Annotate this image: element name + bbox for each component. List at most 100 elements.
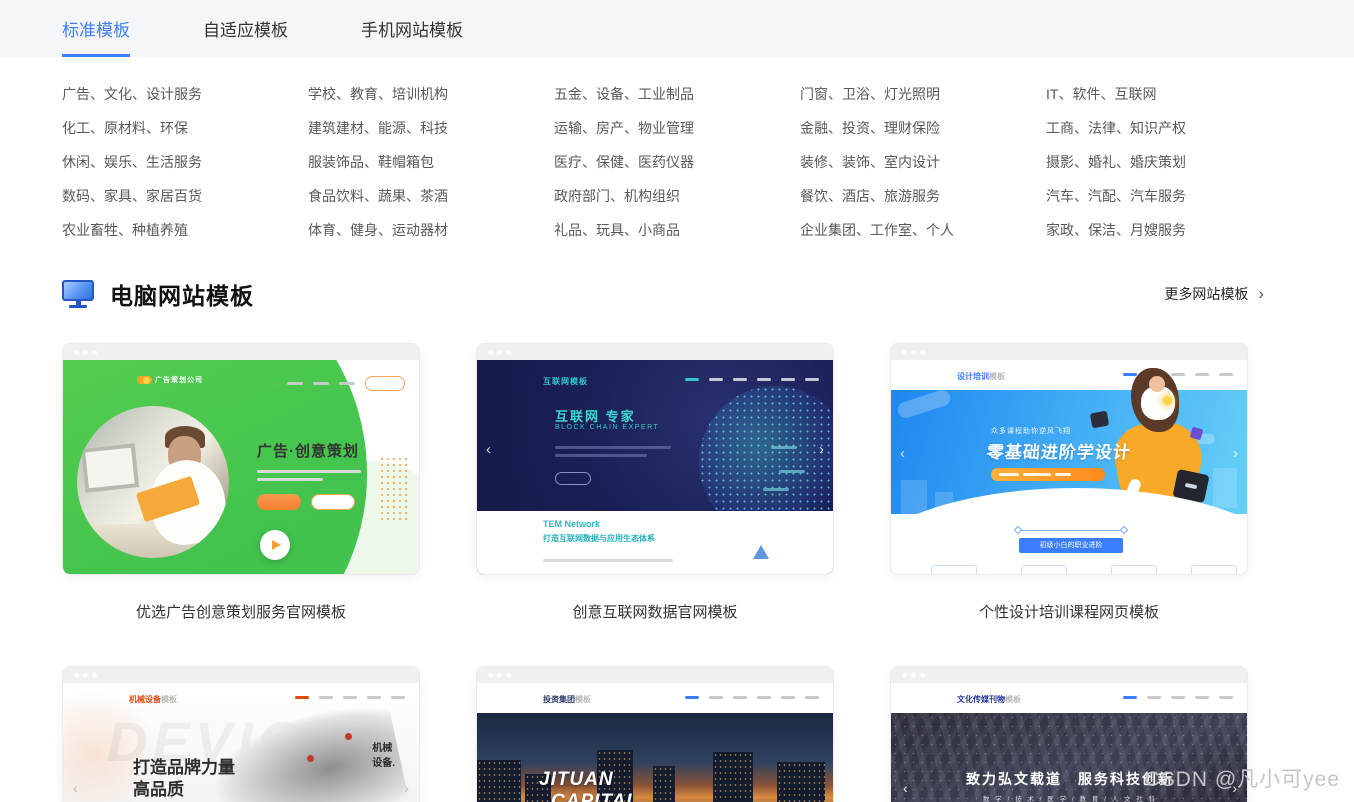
category-link[interactable]: 体育、健身、运动器材 <box>308 223 554 237</box>
category-link[interactable]: 数码、家具、家居百货 <box>62 189 308 203</box>
category-link[interactable]: IT、软件、互联网 <box>1046 87 1292 101</box>
category-link[interactable]: 礼品、玩具、小商品 <box>554 223 800 237</box>
category-link[interactable]: 家政、保洁、月嫂服务 <box>1046 223 1292 237</box>
window-dot-icon <box>497 673 502 678</box>
template-caption[interactable]: 个性设计培训课程网页模板 <box>890 601 1248 622</box>
category-link[interactable]: 金融、投资、理财保险 <box>800 121 1046 135</box>
site-logo-text: 机械设备模板 <box>129 694 177 705</box>
window-dot-icon <box>488 673 493 678</box>
globe-label-placeholder <box>771 446 797 449</box>
carousel-next-icon: › <box>819 442 824 457</box>
template-card-internet-data[interactable]: 互联网模板 互联网 专家 BLOCK CHAIN EXPERT ‹ › <box>476 343 834 575</box>
hero-headline: 零基础进阶学设计 <box>986 438 1133 463</box>
window-dot-icon <box>902 673 907 678</box>
template-cell: DEVICE 机械设备模板 打造品牌力量 高品质 打造高标准品质 拥有资深专业技… <box>62 666 420 802</box>
category-link[interactable]: 广告、文化、设计服务 <box>62 87 308 101</box>
template-thumbnail: DEVICE 机械设备模板 打造品牌力量 高品质 打造高标准品质 拥有资深专业技… <box>63 683 419 802</box>
category-link[interactable]: 休闲、娱乐、生活服务 <box>62 155 308 169</box>
category-link[interactable]: 工商、法律、知识产权 <box>1046 121 1292 135</box>
text-placeholder <box>555 454 647 457</box>
window-dot-icon <box>74 673 79 678</box>
browser-titlebar <box>477 667 833 683</box>
site-logo: 广告策划公司 <box>137 375 203 385</box>
hero-headline: 互联网 专家 <box>555 406 636 425</box>
diagram-line <box>1019 530 1123 531</box>
feature-icon-placeholder <box>931 565 977 575</box>
category-link[interactable]: 学校、教育、培训机构 <box>308 87 554 101</box>
tab-standard-template[interactable]: 标准模板 <box>62 0 130 57</box>
template-caption[interactable]: 优选广告创意策划服务官网模板 <box>62 601 420 622</box>
category-link[interactable]: 化工、原材料、环保 <box>62 121 308 135</box>
text-placeholder <box>543 559 673 562</box>
category-link[interactable]: 企业集团、工作室、个人 <box>800 223 1046 237</box>
category-link[interactable]: 运输、房产、物业管理 <box>554 121 800 135</box>
tab-mobile-template[interactable]: 手机网站模板 <box>361 0 463 57</box>
template-card-machinery[interactable]: DEVICE 机械设备模板 打造品牌力量 高品质 打造高标准品质 拥有资深专业技… <box>62 666 420 802</box>
hero-headline: 打造品牌力量 高品质 <box>133 757 235 801</box>
category-link[interactable]: 政府部门、机构组织 <box>554 189 800 203</box>
category-link[interactable]: 装修、装饰、室内设计 <box>800 155 1046 169</box>
template-cell: 设计培训模板 <box>890 343 1248 622</box>
template-thumbnail: 广告策划公司 广告·创意策划 <box>63 360 419 575</box>
category-link[interactable]: 食品饮料、蔬果、茶酒 <box>308 189 554 203</box>
window-dot-icon <box>497 350 502 355</box>
hero-headline: 广告·创意策划 <box>257 440 359 461</box>
category-link[interactable]: 餐饮、酒店、旅游服务 <box>800 189 1046 203</box>
more-templates-link[interactable]: 更多网站模板 › <box>1164 284 1264 304</box>
template-cell: 广告策划公司 广告·创意策划 <box>62 343 420 622</box>
cta-button-outline <box>555 472 591 485</box>
carousel-prev-icon: ‹ <box>903 781 908 795</box>
play-button-icon <box>260 530 290 560</box>
text-placeholder <box>555 446 671 449</box>
globe-label-placeholder <box>779 470 805 473</box>
tab-adaptive-template[interactable]: 自适应模板 <box>203 0 288 57</box>
site-nav-placeholder <box>265 376 405 391</box>
csdn-watermark: CSDN @凡小可yee <box>1144 763 1340 793</box>
carousel-prev-icon: ‹ <box>900 446 905 461</box>
machinery-detail <box>307 755 314 762</box>
template-card-investment[interactable]: 投资集团模板 JITUAN CAPITAL 具有资产管理理念的金融机构 <box>476 666 834 802</box>
category-link[interactable]: 医疗、保健、医药仪器 <box>554 155 800 169</box>
browser-titlebar <box>63 344 419 360</box>
category-link[interactable]: 摄影、婚礼、婚庆策划 <box>1046 155 1292 169</box>
badge-icon <box>1090 411 1109 429</box>
carousel-next-icon: › <box>404 781 409 795</box>
footer-subtitle: 打造互联网数据与应用生态体系 <box>543 533 655 544</box>
category-link[interactable]: 服装饰品、鞋帽箱包 <box>308 155 554 169</box>
template-type-tabbar: 标准模板 自适应模板 手机网站模板 <box>0 0 1354 57</box>
text-placeholder <box>257 478 323 481</box>
category-link[interactable]: 农业畜牲、种植养殖 <box>62 223 308 237</box>
window-dot-icon <box>920 673 925 678</box>
window-dot-icon <box>506 673 511 678</box>
category-link[interactable]: 建筑建材、能源、科技 <box>308 121 554 135</box>
window-dot-icon <box>92 673 97 678</box>
template-card-ad-creative[interactable]: 广告策划公司 广告·创意策划 <box>62 343 420 575</box>
category-link[interactable]: 五金、设备、工业制品 <box>554 87 800 101</box>
template-caption[interactable]: 创意互联网数据官网模板 <box>476 601 834 622</box>
window-dot-icon <box>74 350 79 355</box>
city-skyline-photo: JITUAN CAPITAL 具有资产管理理念的金融机构 <box>477 713 833 802</box>
window-dot-icon <box>911 673 916 678</box>
dot-pattern <box>379 456 411 522</box>
illustration-girl <box>1149 376 1165 392</box>
window-dot-icon <box>488 350 493 355</box>
carousel-prev-icon: ‹ <box>73 781 78 795</box>
hero-subtitle: 数 学 / 技 术 / 医 学 / 教 育 / 人 文 社 科 <box>891 793 1247 802</box>
window-dot-icon <box>506 350 511 355</box>
side-label: 机械 设备. <box>372 741 395 771</box>
category-link[interactable]: 门窗、卫浴、灯光照明 <box>800 87 1046 101</box>
template-card-design-training[interactable]: 设计培训模板 <box>890 343 1248 575</box>
orange-pill-banner <box>991 468 1105 481</box>
template-cell: 投资集团模板 JITUAN CAPITAL 具有资产管理理念的金融机构 <box>476 666 834 802</box>
chevron-right-icon: › <box>1258 284 1264 304</box>
site-logo-text: 文化传媒刊物模板 <box>957 694 1021 705</box>
site-logo-text: 设计培训模板 <box>957 371 1005 382</box>
machinery-detail <box>345 733 352 740</box>
site-nav-placeholder <box>295 696 405 699</box>
window-dot-icon <box>920 350 925 355</box>
office-photo <box>77 406 229 558</box>
text-placeholder <box>257 470 361 473</box>
thumbnail-footer: TEM Network 打造互联网数据与应用生态体系 <box>477 511 833 575</box>
category-link[interactable]: 汽车、汽配、汽车服务 <box>1046 189 1292 203</box>
browser-titlebar <box>891 344 1247 360</box>
